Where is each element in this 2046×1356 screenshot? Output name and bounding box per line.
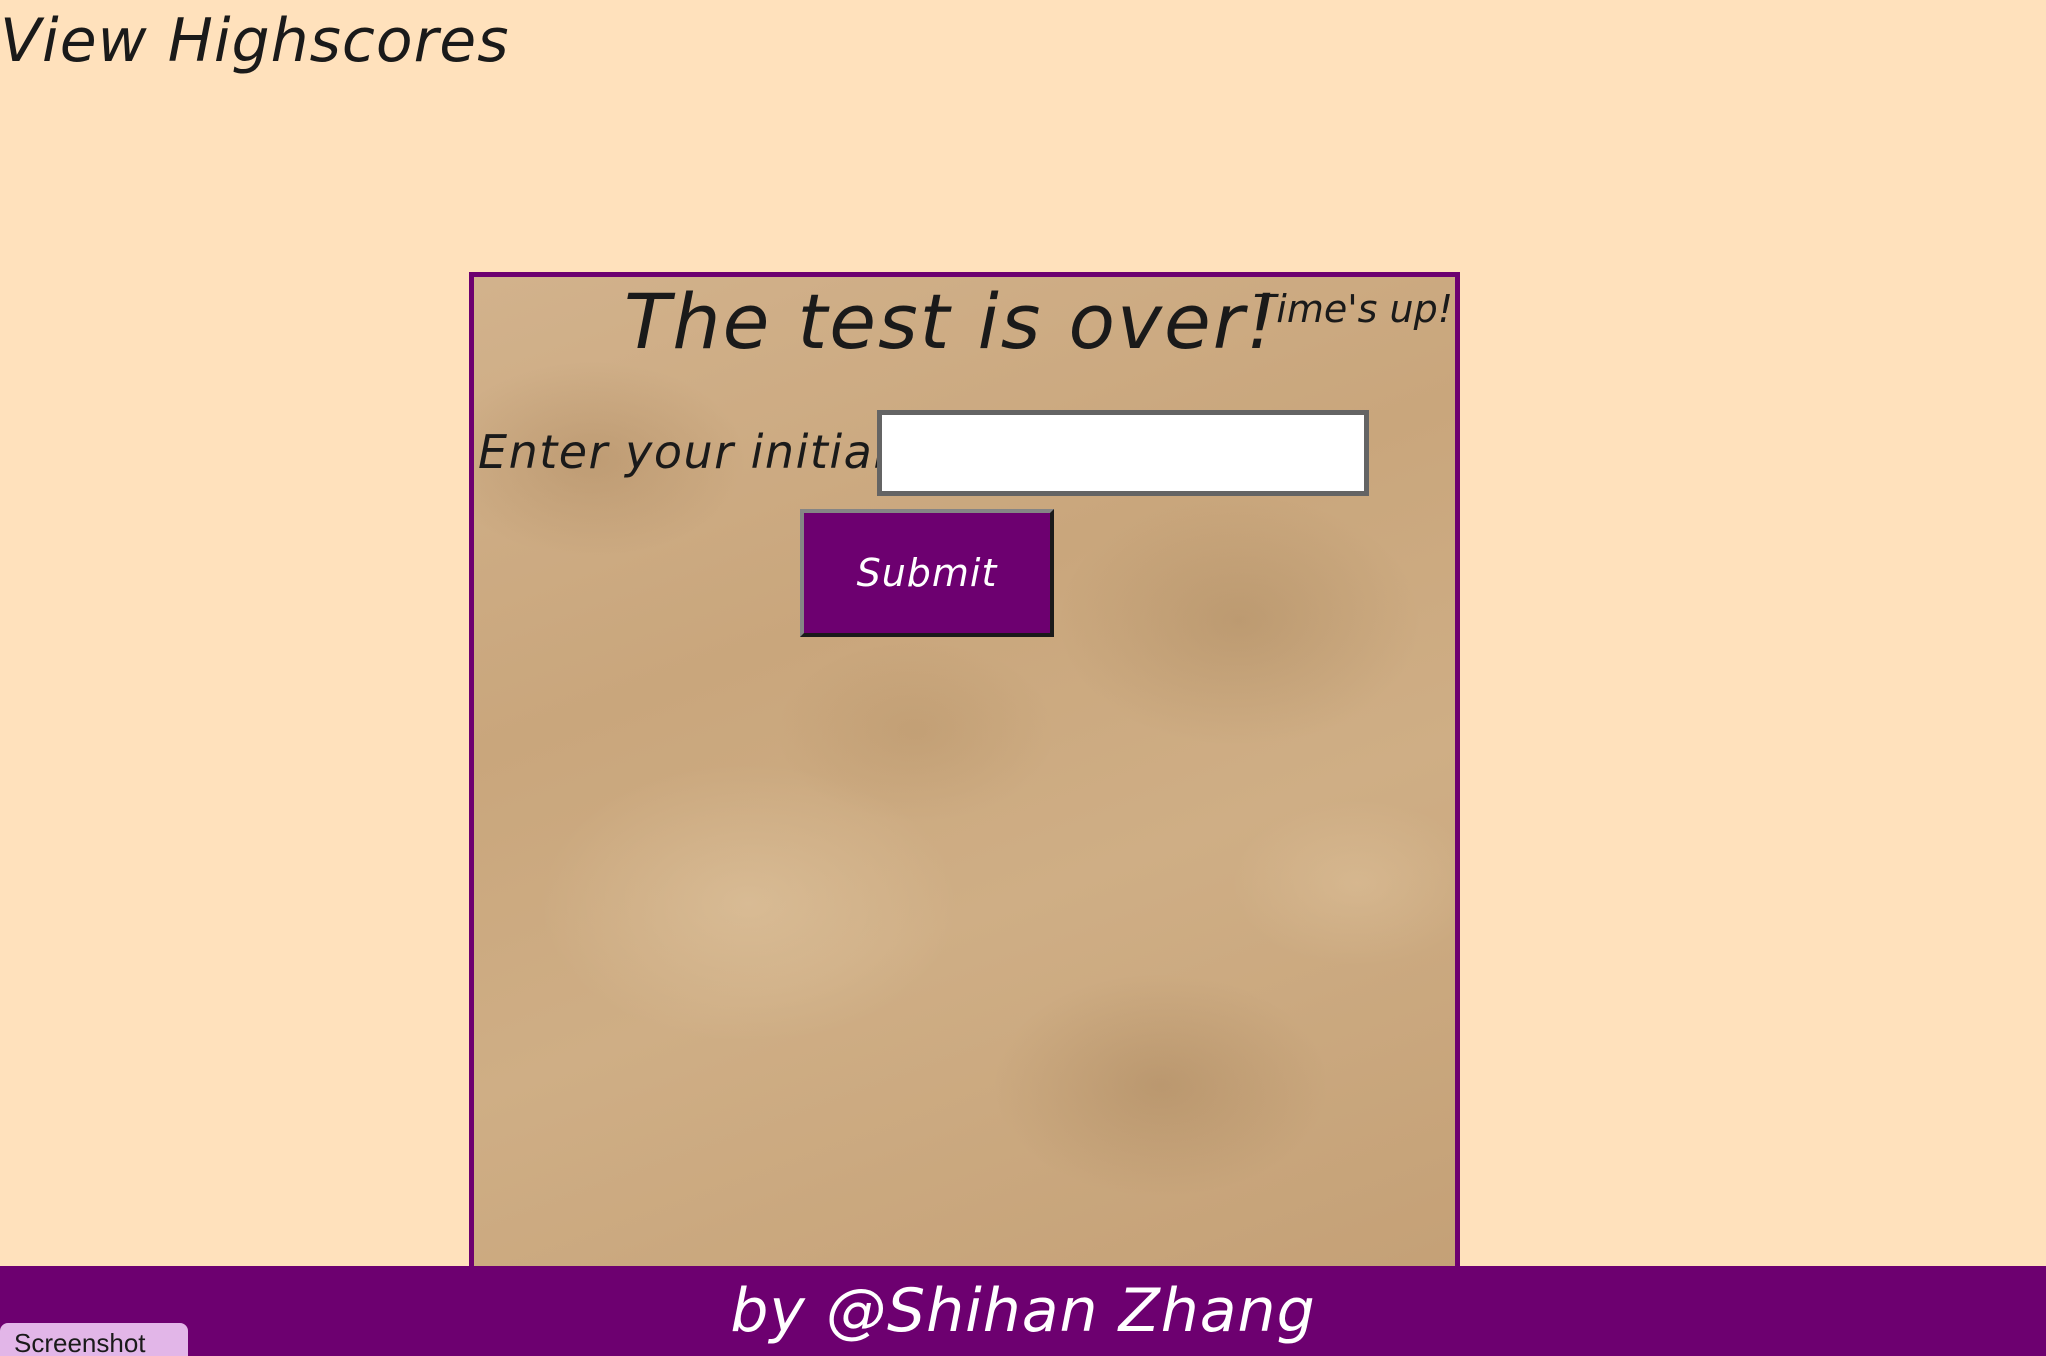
view-highscores-link[interactable]: View Highscores — [0, 6, 509, 76]
quiz-card: The test is over! Time's up! Enter your … — [469, 272, 1460, 1292]
screenshot-tab[interactable]: Screenshot — [0, 1323, 188, 1356]
initials-label: Enter your initials: — [478, 425, 931, 479]
initials-input[interactable] — [877, 410, 1369, 496]
timer-display: Time's up! — [1253, 287, 1453, 331]
footer-credit: by @Shihan Zhang — [0, 1266, 2046, 1356]
submit-button[interactable]: Submit — [800, 509, 1054, 637]
quiz-end-title: The test is over! — [624, 277, 1279, 366]
